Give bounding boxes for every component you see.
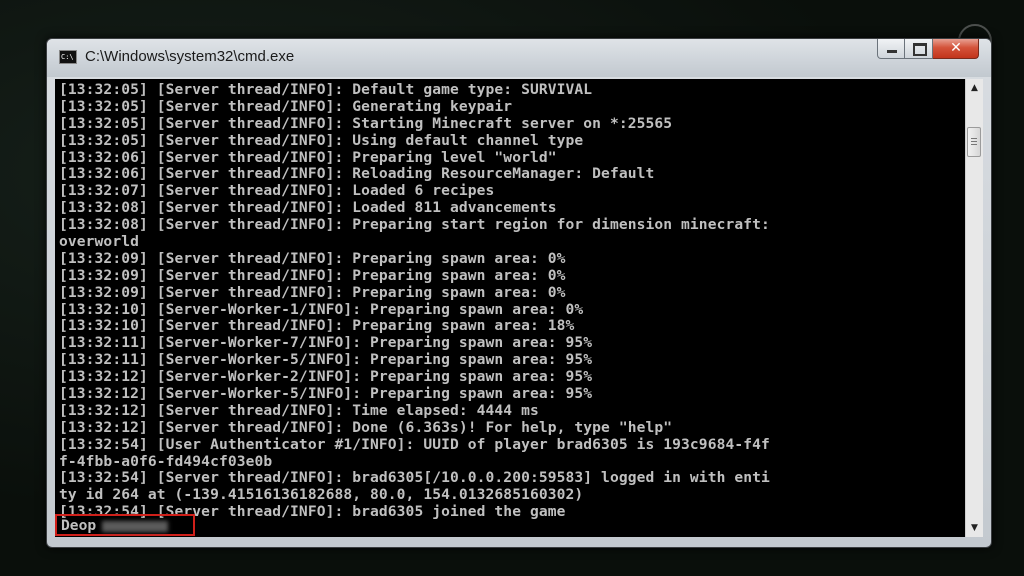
close-button[interactable]: ✕	[933, 39, 979, 59]
console-line: [13:32:09] [Server thread/INFO]: Prepari…	[59, 250, 566, 267]
console-line: [13:32:05] [Server thread/INFO]: Startin…	[59, 115, 673, 132]
console-line: [13:32:11] [Server-Worker-7/INFO]: Prepa…	[59, 335, 593, 352]
console-line: ty id 264 at (-139.41516136182688, 80.0,…	[59, 487, 584, 504]
console-line: [13:32:12] [Server-Worker-5/INFO]: Prepa…	[59, 386, 593, 403]
console-line: [13:32:10] [Server-Worker-1/INFO]: Prepa…	[59, 301, 584, 318]
command-text: Deop	[61, 517, 97, 534]
console-line: overworld	[59, 234, 139, 251]
command-input-highlight[interactable]: Deop	[55, 514, 195, 536]
cmd-app-icon: C:\	[59, 50, 77, 64]
scroll-up-arrow-icon[interactable]: ▲	[966, 79, 983, 97]
maximize-button[interactable]	[905, 39, 933, 59]
console-line: [13:32:07] [Server thread/INFO]: Loaded …	[59, 183, 495, 200]
console-line: [13:32:12] [Server thread/INFO]: Done (6…	[59, 419, 673, 436]
title-bar[interactable]: C:\ C:\Windows\system32\cmd.exe ✕	[47, 39, 991, 77]
close-icon: ✕	[950, 40, 962, 56]
console-line: [13:32:09] [Server thread/INFO]: Prepari…	[59, 284, 566, 301]
console-line: [13:32:54] [Server thread/INFO]: brad630…	[59, 470, 770, 487]
vertical-scrollbar[interactable]: ▲ ▼	[965, 79, 983, 537]
cmd-window: C:\ C:\Windows\system32\cmd.exe ✕ [13:32…	[46, 38, 992, 548]
console-line: [13:32:06] [Server thread/INFO]: Prepari…	[59, 149, 557, 166]
console-line: f-4fbb-a0f6-fd494cf03e0b	[59, 453, 273, 470]
console-line: [13:32:05] [Server thread/INFO]: Default…	[59, 82, 593, 98]
maximize-icon	[913, 43, 927, 56]
console-line: [13:32:12] [Server-Worker-2/INFO]: Prepa…	[59, 369, 593, 386]
console-line: [13:32:11] [Server-Worker-5/INFO]: Prepa…	[59, 352, 593, 369]
thumb-grip	[971, 144, 977, 145]
minimize-button[interactable]	[877, 39, 905, 59]
console-output[interactable]: [13:32:05] [Server thread/INFO]: Default…	[55, 79, 965, 537]
console-line: [13:32:10] [Server thread/INFO]: Prepari…	[59, 318, 575, 335]
window-controls: ✕	[877, 39, 979, 61]
redacted-username	[102, 520, 169, 532]
console-line: [13:32:06] [Server thread/INFO]: Reloadi…	[59, 166, 655, 183]
command-input[interactable]: Deop	[61, 517, 169, 534]
console-line: [13:32:08] [Server thread/INFO]: Loaded …	[59, 200, 557, 217]
minimize-icon	[887, 50, 897, 53]
console-lines: [13:32:05] [Server thread/INFO]: Default…	[59, 82, 959, 521]
console-line: [13:32:54] [User Authenticator #1/INFO]:…	[59, 436, 770, 453]
console-line: [13:32:12] [Server thread/INFO]: Time el…	[59, 402, 539, 419]
window-title: C:\Windows\system32\cmd.exe	[85, 48, 295, 65]
scrollbar-thumb[interactable]	[967, 127, 981, 157]
console-line: [13:32:08] [Server thread/INFO]: Prepari…	[59, 217, 770, 234]
console-line: [13:32:09] [Server thread/INFO]: Prepari…	[59, 267, 566, 284]
console-line: [13:32:05] [Server thread/INFO]: Generat…	[59, 98, 513, 115]
thumb-grip	[971, 141, 977, 142]
thumb-grip	[971, 138, 977, 139]
console-line: [13:32:05] [Server thread/INFO]: Using d…	[59, 132, 584, 149]
scroll-down-arrow-icon[interactable]: ▼	[966, 519, 983, 537]
desktop-background: C:\ C:\Windows\system32\cmd.exe ✕ [13:32…	[0, 0, 1024, 576]
